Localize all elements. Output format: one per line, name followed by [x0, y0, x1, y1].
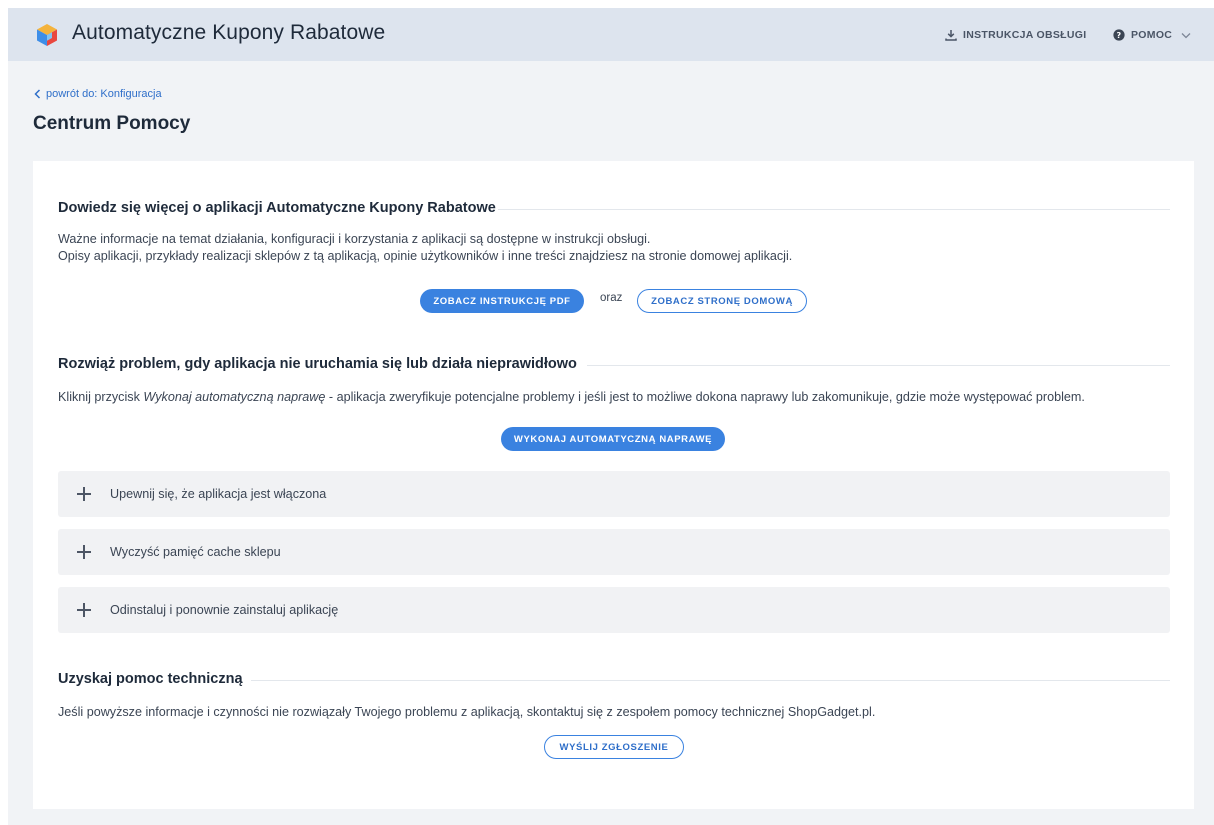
learn-section-title-text: Dowiedz się więcej o aplikacji Automatyc… — [58, 200, 496, 216]
divider — [251, 680, 1170, 681]
learn-line-1: Ważne informacje na temat działania, kon… — [58, 232, 651, 246]
download-icon — [945, 30, 957, 41]
fix-text-emphasis: Wykonaj automatyczną naprawę — [143, 390, 326, 404]
chevron-left-icon — [34, 89, 41, 99]
back-link-label: powrót do: Konfiguracja — [46, 88, 162, 100]
app-window: Automatyczne Kupony Rabatowe INSTRUKCJA … — [8, 8, 1214, 825]
app-title: Automatyczne Kupony Rabatowe — [72, 21, 386, 44]
send-ticket-button[interactable]: WYŚLIJ ZGŁOSZENIE — [544, 735, 684, 759]
fix-description: Kliknij przycisk Wykonaj automatyczną na… — [58, 389, 1085, 405]
chevron-down-icon — [1181, 32, 1191, 38]
divider — [498, 209, 1170, 210]
help-menu-label: POMOC — [1131, 29, 1173, 41]
accordion-item-label: Wyczyść pamięć cache sklepu — [110, 545, 281, 559]
fix-text-before: Kliknij przycisk — [58, 390, 144, 404]
accordion-item[interactable]: Wyczyść pamięć cache sklepu — [58, 529, 1170, 575]
back-link[interactable]: powrót do: Konfiguracja — [34, 88, 162, 100]
fix-text-after: - aplikacja zweryfikuje potencjalne prob… — [325, 390, 1085, 404]
accordion-item[interactable]: Upewnij się, że aplikacja jest włączona — [58, 471, 1170, 517]
view-pdf-button[interactable]: ZOBACZ INSTRUKCJĘ PDF — [420, 289, 584, 313]
auto-repair-button[interactable]: WYKONAJ AUTOMATYCZNĄ NAPRAWĘ — [501, 427, 725, 451]
divider — [587, 365, 1170, 366]
plus-icon — [77, 603, 91, 617]
learn-line-2: Opisy aplikacji, przykłady realizacji sk… — [58, 249, 793, 263]
manual-link-label: INSTRUKCJA OBSŁUGI — [963, 29, 1087, 41]
connector-text: oraz — [600, 292, 623, 304]
cube-logo-icon — [37, 24, 57, 46]
page-title: Centrum Pomocy — [33, 113, 191, 134]
learn-section-title: Dowiedz się więcej o aplikacji Automatyc… — [58, 200, 496, 216]
top-bar: Automatyczne Kupony Rabatowe INSTRUKCJA … — [8, 8, 1214, 61]
fix-section-title: Rozwiąż problem, gdy aplikacja nie uruch… — [58, 356, 577, 372]
svg-text:?: ? — [1117, 31, 1122, 40]
support-section-title: Uzyskaj pomoc techniczną — [58, 671, 243, 687]
support-text: Jeśli powyższe informacje i czynności ni… — [58, 705, 876, 719]
help-card: Dowiedz się więcej o aplikacji Automatyc… — [33, 161, 1194, 809]
plus-icon — [77, 545, 91, 559]
help-menu[interactable]: ? POMOC — [1113, 27, 1191, 43]
accordion-item-label: Odinstaluj i ponownie zainstaluj aplikac… — [110, 603, 339, 617]
fix-section-title-text: Rozwiąż problem, gdy aplikacja nie uruch… — [58, 356, 577, 372]
manual-link[interactable]: INSTRUKCJA OBSŁUGI — [945, 27, 1086, 43]
support-section-title-text: Uzyskaj pomoc techniczną — [58, 671, 243, 687]
question-circle-icon: ? — [1113, 29, 1125, 41]
accordion-item-label: Upewnij się, że aplikacja jest włączona — [110, 487, 327, 501]
view-homepage-button[interactable]: ZOBACZ STRONĘ DOMOWĄ — [637, 289, 807, 313]
accordion-item[interactable]: Odinstaluj i ponownie zainstaluj aplikac… — [58, 587, 1170, 633]
plus-icon — [77, 487, 91, 501]
